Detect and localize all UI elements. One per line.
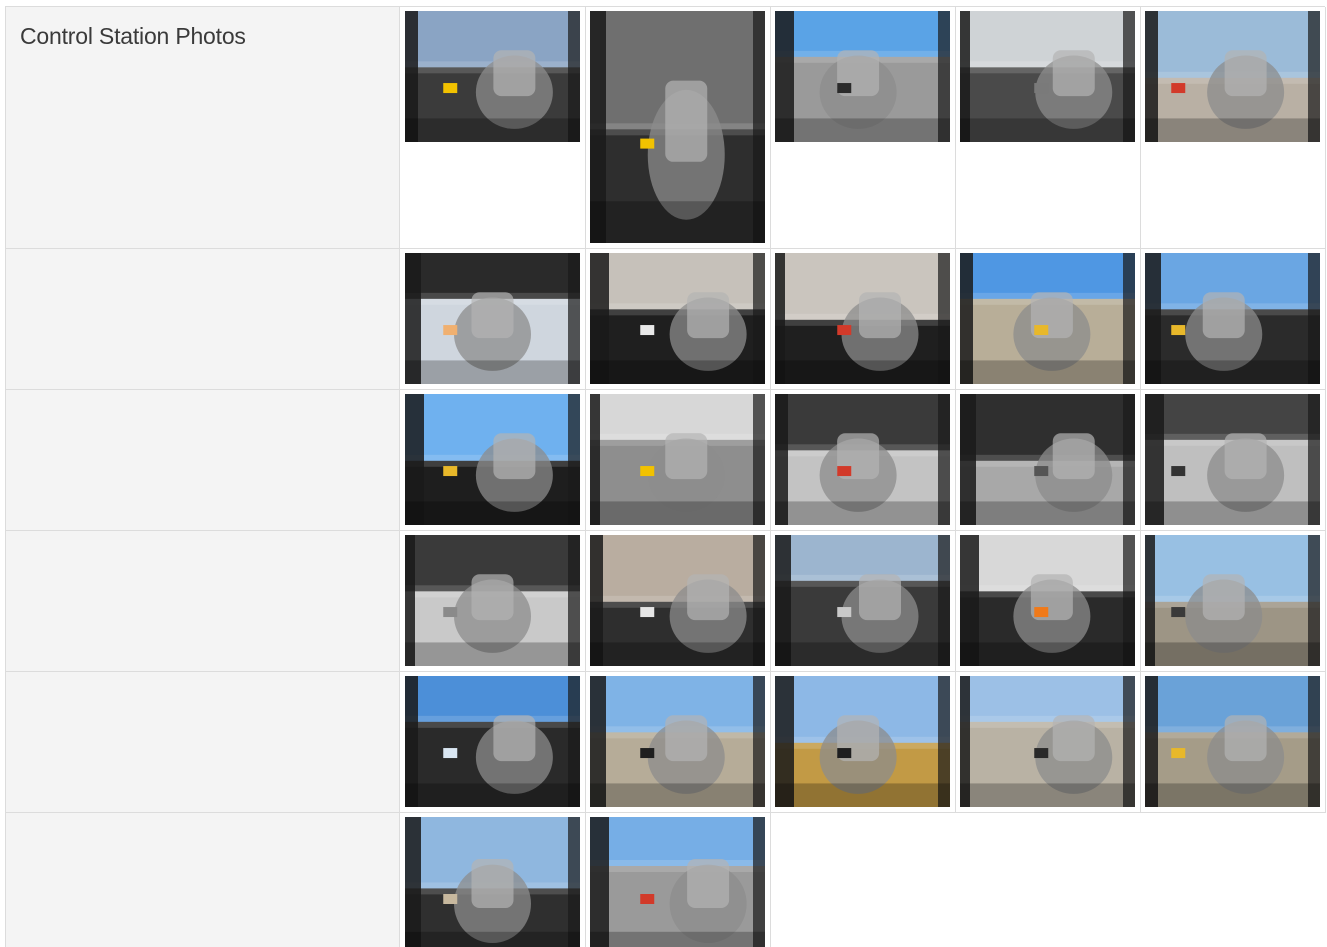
climate-control-panel-photo-image	[590, 394, 765, 525]
right-console-photo[interactable]	[775, 394, 950, 525]
photo-cell	[586, 672, 771, 813]
right-console-photo-image	[775, 394, 950, 525]
side-mirror-view-photo[interactable]	[960, 676, 1135, 807]
photo-cell	[401, 249, 586, 390]
ceiling-speaker-photo[interactable]	[590, 253, 765, 384]
photo-cell	[401, 672, 586, 813]
side-window-photo-image	[775, 676, 950, 807]
rear-window-view-photo[interactable]	[960, 253, 1135, 384]
ceiling-speaker-photo-image	[775, 253, 950, 384]
row-label-cell	[5, 531, 400, 672]
table-row	[5, 671, 1326, 813]
table-row	[5, 530, 1326, 672]
photo-cell	[1141, 7, 1326, 249]
row-label-cell	[5, 249, 400, 390]
rear-vent-photo[interactable]	[1145, 535, 1320, 666]
operator-seat-photo-image	[775, 11, 950, 142]
ceiling-speaker-photo[interactable]	[775, 253, 950, 384]
roof-window-photo[interactable]	[405, 676, 580, 807]
cab-ceiling-light-photo[interactable]	[405, 253, 580, 384]
display-monitor-photo-image	[960, 535, 1135, 666]
row-label-cell	[5, 813, 400, 947]
front-window-view-photo[interactable]	[405, 394, 580, 525]
photo-cell	[956, 672, 1141, 813]
photo-cell	[771, 390, 956, 531]
photo-cell	[956, 390, 1141, 531]
cab-floor-pedals-photo[interactable]	[590, 11, 765, 243]
shift-lever-photo[interactable]	[960, 394, 1135, 525]
section-title: Control Station Photos	[20, 23, 246, 49]
front-window-view-photo-image	[405, 394, 580, 525]
photo-cell	[771, 531, 956, 672]
photo-cell	[401, 7, 586, 249]
photo-cell	[586, 7, 771, 249]
operator-seat-top-photo[interactable]	[960, 11, 1135, 142]
side-window-photo[interactable]	[775, 676, 950, 807]
rear-window-view-photo[interactable]	[1145, 253, 1320, 384]
roof-window-photo-image	[405, 676, 580, 807]
cab-floor-pedals-photo-image	[590, 11, 765, 243]
operator-seat-photo[interactable]	[775, 11, 950, 142]
photo-cell	[1141, 672, 1326, 813]
display-monitor-photo[interactable]	[775, 535, 950, 666]
row-label-cell: Control Station Photos	[5, 7, 400, 249]
control-station-photos-table: Control Station Photos	[0, 0, 1327, 947]
photo-cell	[956, 249, 1141, 390]
row-label-cell	[5, 672, 400, 813]
photo-cell	[1141, 249, 1326, 390]
ceiling-speaker-photo-image	[590, 253, 765, 384]
photo-cell	[1141, 390, 1326, 531]
photo-cell	[401, 813, 586, 947]
front-cab-view-photo[interactable]	[405, 817, 580, 947]
display-monitor-photo-image	[775, 535, 950, 666]
photo-cell	[771, 7, 956, 249]
joystick-lever-photo[interactable]	[1145, 11, 1320, 142]
photo-cell	[956, 531, 1141, 672]
photo-cell	[1141, 531, 1326, 672]
joystick-console-photo[interactable]	[1145, 394, 1320, 525]
joystick-console-photo-image	[1145, 394, 1320, 525]
cup-holder-photo[interactable]	[405, 535, 580, 666]
display-monitor-photo[interactable]	[960, 535, 1135, 666]
side-window-photo[interactable]	[590, 676, 765, 807]
side-mirror-view-photo-image	[960, 676, 1135, 807]
photo-cell	[771, 249, 956, 390]
climate-control-panel-photo[interactable]	[590, 394, 765, 525]
air-vent-photo-image	[590, 535, 765, 666]
table-row: Control Station Photos	[5, 6, 1326, 249]
rear-window-view-photo-image	[1145, 253, 1320, 384]
operator-seat-top-photo-image	[960, 11, 1135, 142]
side-window-photo-image	[590, 676, 765, 807]
photo-cell	[586, 531, 771, 672]
rear-vent-photo-image	[1145, 535, 1320, 666]
photo-cell	[401, 390, 586, 531]
joystick-lever-photo-image	[1145, 11, 1320, 142]
photo-cell	[401, 531, 586, 672]
photo-cell	[586, 813, 771, 947]
cab-floor-photo-image	[405, 11, 580, 142]
rear-window-view-photo-image	[960, 253, 1135, 384]
photo-cell	[956, 7, 1141, 249]
front-cab-view-photo-image	[405, 817, 580, 947]
rear-window-view-photo[interactable]	[1145, 676, 1320, 807]
cab-floor-photo[interactable]	[405, 11, 580, 142]
photo-cell	[771, 672, 956, 813]
table-row	[5, 812, 1325, 947]
shift-lever-photo-image	[960, 394, 1135, 525]
seat-dashboard-view-photo-image	[590, 817, 765, 947]
seat-dashboard-view-photo[interactable]	[590, 817, 765, 947]
table-row	[5, 389, 1326, 531]
cab-ceiling-light-photo-image	[405, 253, 580, 384]
photo-cell	[586, 390, 771, 531]
row-label-cell	[5, 390, 400, 531]
air-vent-photo[interactable]	[590, 535, 765, 666]
table-row	[5, 248, 1326, 390]
photo-cell	[586, 249, 771, 390]
cup-holder-photo-image	[405, 535, 580, 666]
rear-window-view-photo-image	[1145, 676, 1320, 807]
